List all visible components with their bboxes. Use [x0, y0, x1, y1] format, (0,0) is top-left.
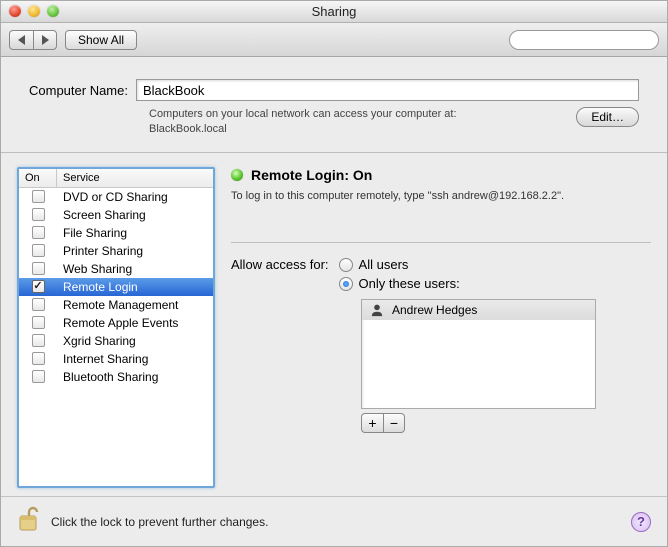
- remove-user-button[interactable]: −: [383, 413, 405, 433]
- window-title: Sharing: [312, 4, 357, 19]
- service-label: Printer Sharing: [57, 244, 143, 258]
- service-row[interactable]: File Sharing: [19, 224, 213, 242]
- edit-hostname-button[interactable]: Edit…: [576, 107, 639, 127]
- status-title: Remote Login: On: [251, 167, 372, 183]
- footer: Click the lock to prevent further change…: [1, 496, 667, 546]
- service-label: Web Sharing: [57, 262, 132, 276]
- service-row[interactable]: Bluetooth Sharing: [19, 368, 213, 386]
- service-row[interactable]: DVD or CD Sharing: [19, 188, 213, 206]
- service-checkbox[interactable]: [32, 208, 45, 221]
- back-button[interactable]: [9, 30, 33, 50]
- computer-name-input[interactable]: [136, 79, 639, 101]
- toolbar: Show All: [1, 23, 667, 57]
- services-list: On Service DVD or CD Sharing Screen Shari…: [17, 167, 215, 488]
- service-checkbox[interactable]: [32, 370, 45, 383]
- main-content: On Service DVD or CD Sharing Screen Shari…: [1, 153, 667, 496]
- service-label: Remote Login: [57, 280, 138, 294]
- help-button[interactable]: ?: [631, 512, 651, 532]
- lock-hint-text: Click the lock to prevent further change…: [51, 515, 268, 529]
- radio-only-users-label: Only these users:: [359, 276, 460, 291]
- service-row[interactable]: Printer Sharing: [19, 242, 213, 260]
- radio-all-users-label: All users: [359, 257, 409, 272]
- computer-name-label: Computer Name:: [29, 83, 128, 98]
- service-label: Internet Sharing: [57, 352, 148, 366]
- close-window-button[interactable]: [9, 5, 21, 17]
- search-input[interactable]: [520, 33, 668, 47]
- service-checkbox[interactable]: [32, 334, 45, 347]
- lock-button[interactable]: [17, 506, 41, 537]
- service-row[interactable]: Remote Apple Events: [19, 314, 213, 332]
- add-remove-users: + −: [361, 413, 651, 433]
- user-name: Andrew Hedges: [392, 303, 477, 317]
- traffic-lights: [9, 5, 59, 17]
- service-checkbox[interactable]: [32, 190, 45, 203]
- status-led-icon: [231, 169, 243, 181]
- service-label: Remote Management: [57, 298, 178, 312]
- service-row[interactable]: Remote Login: [19, 278, 213, 296]
- services-rows: DVD or CD Sharing Screen Sharing File Shar…: [19, 188, 213, 486]
- service-row[interactable]: Remote Management: [19, 296, 213, 314]
- service-label: Xgrid Sharing: [57, 334, 136, 348]
- nav-segmented: [9, 30, 57, 50]
- service-checkbox[interactable]: [32, 352, 45, 365]
- list-item[interactable]: Andrew Hedges: [362, 300, 595, 320]
- user-silhouette-icon: [370, 303, 384, 317]
- search-field[interactable]: [509, 30, 659, 50]
- zoom-window-button[interactable]: [47, 5, 59, 17]
- service-checkbox[interactable]: [32, 244, 45, 257]
- radio-only-users[interactable]: Only these users:: [339, 276, 460, 291]
- service-label: Screen Sharing: [57, 208, 146, 222]
- status-description: To log in to this computer remotely, typ…: [231, 189, 651, 204]
- service-checkbox[interactable]: [32, 316, 45, 329]
- service-checkbox[interactable]: [32, 280, 45, 293]
- titlebar: Sharing: [1, 1, 667, 23]
- service-checkbox[interactable]: [32, 298, 45, 311]
- divider: [231, 242, 651, 243]
- service-label: Remote Apple Events: [57, 316, 178, 330]
- service-label: File Sharing: [57, 226, 127, 240]
- radio-all-users[interactable]: All users: [339, 257, 460, 272]
- forward-button[interactable]: [33, 30, 57, 50]
- service-row[interactable]: Internet Sharing: [19, 350, 213, 368]
- service-row[interactable]: Web Sharing: [19, 260, 213, 278]
- access-radio-group: All users Only these users:: [339, 257, 460, 291]
- service-row[interactable]: Xgrid Sharing: [19, 332, 213, 350]
- radio-only-users-button[interactable]: [339, 277, 353, 291]
- sharing-window: Sharing Show All Computer Name: Computer…: [0, 0, 668, 547]
- radio-all-users-button[interactable]: [339, 258, 353, 272]
- allowed-users-list[interactable]: Andrew Hedges: [361, 299, 596, 409]
- minimize-window-button[interactable]: [28, 5, 40, 17]
- computer-name-section: Computer Name: Computers on your local n…: [1, 57, 667, 153]
- back-triangle-icon: [18, 35, 26, 45]
- column-on[interactable]: On: [19, 169, 57, 187]
- lock-open-icon: [17, 506, 41, 534]
- services-header: On Service: [19, 169, 213, 188]
- add-user-button[interactable]: +: [361, 413, 383, 433]
- service-label: DVD or CD Sharing: [57, 190, 168, 204]
- service-checkbox[interactable]: [32, 226, 45, 239]
- service-checkbox[interactable]: [32, 262, 45, 275]
- forward-triangle-icon: [41, 35, 49, 45]
- show-all-button[interactable]: Show All: [65, 30, 137, 50]
- service-detail: Remote Login: On To log in to this compu…: [231, 167, 651, 488]
- access-label: Allow access for:: [231, 257, 329, 272]
- computer-name-subtext: Computers on your local network can acce…: [149, 107, 564, 138]
- service-row[interactable]: Screen Sharing: [19, 206, 213, 224]
- service-label: Bluetooth Sharing: [57, 370, 158, 384]
- column-service[interactable]: Service: [57, 169, 213, 187]
